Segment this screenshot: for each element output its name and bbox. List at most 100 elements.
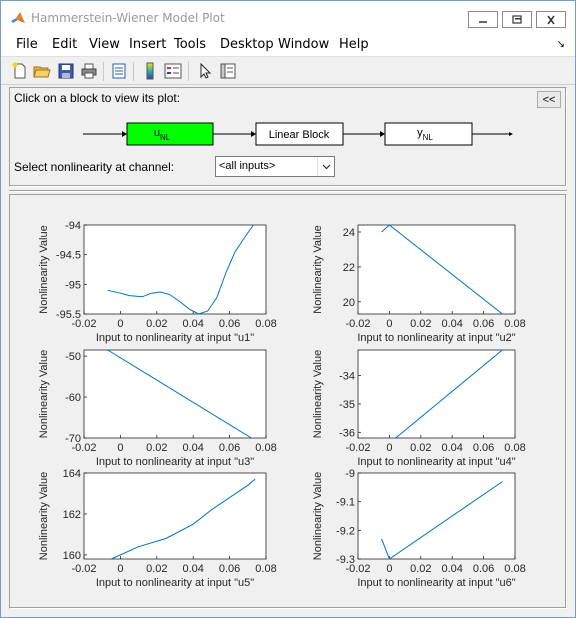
y-tick-label: -60: [65, 392, 81, 404]
x-tick-label: 0: [386, 318, 392, 330]
y-axis-label: Nonlinearity Value: [38, 472, 50, 560]
x-tick-label: 0.08: [255, 442, 276, 454]
save-icon[interactable]: [57, 62, 75, 80]
y-tick-label: -36: [339, 427, 355, 439]
y-axis-label: Nonlinearity Value: [312, 225, 324, 313]
x-tick-label: 0: [117, 563, 123, 575]
axes-box[interactable]: [357, 349, 516, 439]
x-tick-label: 0.06: [219, 318, 240, 330]
x-tick-label: 0.06: [219, 563, 240, 575]
toolbar: [1, 56, 575, 85]
menu-edit[interactable]: Edit: [52, 37, 77, 52]
colorbar-icon[interactable]: [141, 62, 159, 80]
title-bar: Hammerstein-Wiener Model Plot: [1, 1, 575, 33]
y-tick-label: -95: [65, 279, 81, 291]
x-axis-label: Input to nonlinearity at input "u2": [357, 332, 515, 344]
x-tick-label: 0.02: [146, 442, 167, 454]
x-tick-label: 0.06: [473, 442, 494, 454]
menu-tools[interactable]: Tools: [174, 37, 206, 52]
y-tick-label: -9.3: [336, 554, 355, 566]
minimize-button[interactable]: [468, 11, 498, 28]
axes-box[interactable]: [357, 224, 516, 315]
x-axis-label: Input to nonlinearity at input "u3": [96, 456, 254, 468]
menu-file[interactable]: File: [16, 37, 38, 52]
toolbar-separator: [103, 62, 104, 81]
plot-u4: -0.02 0 0.02 0.04 0.06 0.08 -34 -35 -36 Input to …: [312, 349, 526, 468]
collapse-button[interactable]: <<: [537, 91, 561, 108]
legend-icon[interactable]: [164, 62, 182, 80]
plot-u6: -0.02 0 0.02 0.04 0.06 0.08-9-9.1-9.2-9.3Inpu…: [312, 468, 526, 589]
x-tick-label: 0.04: [441, 563, 462, 575]
x-tick-label: 0: [386, 442, 392, 454]
chevron-down-icon[interactable]: [317, 157, 334, 176]
arrow-head-icon: [122, 131, 127, 137]
x-tick-label: 0.06: [473, 563, 494, 575]
nonlinearity-plots: -0.02 0 0.02 0.04 0.06 0.08 -94 -94.5 -95 -95.5 In…: [38, 220, 526, 589]
channel-select[interactable]: <all inputs>: [215, 156, 335, 177]
x-tick-label: 0: [117, 318, 123, 330]
print-icon[interactable]: [80, 62, 98, 80]
y-tick-label: 24: [343, 227, 355, 239]
window-title: Hammerstein-Wiener Model Plot: [31, 11, 225, 25]
menu-view[interactable]: View: [89, 37, 120, 52]
x-tick-label: 0.08: [504, 318, 525, 330]
y-tick-label: -9.2: [336, 525, 355, 537]
y-tick-label: -94: [65, 220, 81, 232]
pointer-icon[interactable]: [196, 62, 214, 80]
x-tick-label: -0.02: [71, 563, 96, 575]
y-tick-label: 22: [343, 262, 355, 274]
open-folder-icon[interactable]: [33, 62, 51, 80]
property-editor-icon[interactable]: [219, 62, 237, 80]
x-tick-label: 0.08: [255, 318, 276, 330]
x-tick-label: 0.08: [504, 442, 525, 454]
y-tick-label: -34: [339, 371, 355, 383]
x-tick-label: -0.02: [345, 442, 370, 454]
x-tick-label: 0.08: [255, 563, 276, 575]
dock-arrow-icon[interactable]: ↘: [557, 39, 565, 50]
x-tick-label: 0.04: [441, 318, 462, 330]
x-tick-label: 0.04: [182, 442, 203, 454]
x-tick-label: 0: [386, 563, 392, 575]
arrow-head-icon: [251, 131, 256, 137]
figure-window: Hammerstein-Wiener Model Plot File Edit …: [0, 0, 576, 618]
y-axis-label: Nonlinearity Value: [312, 350, 324, 438]
x-tick-label: 0.04: [182, 563, 203, 575]
linear-block-label[interactable]: Linear Block: [269, 129, 330, 141]
toolbar-separator: [188, 62, 189, 81]
close-button[interactable]: [536, 11, 566, 28]
new-file-icon[interactable]: [11, 62, 29, 80]
axes-box[interactable]: [83, 349, 267, 439]
y-tick-label: 164: [63, 468, 81, 480]
block-selection-panel: uNL Linear Block yNL Click on a block to…: [9, 87, 567, 187]
axes-box[interactable]: [83, 224, 267, 315]
channel-select-value: <all inputs>: [219, 160, 276, 172]
menu-insert[interactable]: Insert: [129, 37, 166, 52]
y-tick-label: -9: [345, 468, 355, 480]
x-tick-label: 0: [117, 442, 123, 454]
plot-u2: -0.02 0 0.02 0.04 0.06 0.08 24 22 20 Input to non…: [312, 224, 526, 344]
x-tick-label: 0.02: [146, 318, 167, 330]
axes-box[interactable]: [83, 472, 267, 560]
x-tick-label: 0.02: [146, 563, 167, 575]
toolbar-separator: [133, 62, 134, 81]
arrow-head-icon: [380, 131, 385, 137]
menu-help[interactable]: Help: [339, 37, 369, 52]
y-axis-label: Nonlinearity Value: [38, 350, 50, 438]
y-tick-label: 20: [343, 297, 355, 309]
y-tick-label: -95.5: [56, 309, 81, 321]
minimize-icon: [479, 20, 487, 23]
menu-bar: File Edit View Insert Tools Desktop Wind…: [1, 33, 575, 56]
panel-divider[interactable]: [9, 190, 567, 192]
menu-window[interactable]: Window: [278, 37, 329, 52]
x-tick-label: 0.06: [219, 442, 240, 454]
axes-box[interactable]: [357, 472, 516, 560]
y-axis-label: Nonlinearity Value: [38, 225, 50, 313]
x-tick-label: 0.02: [410, 442, 431, 454]
print-preview-icon[interactable]: [110, 62, 128, 80]
y-tick-label: -94.5: [56, 250, 81, 262]
menu-desktop[interactable]: Desktop: [220, 37, 274, 52]
x-tick-label: 0.06: [473, 318, 494, 330]
x-axis-label: Input to nonlinearity at input "u5": [96, 577, 254, 589]
arrow-head-icon: [509, 132, 513, 136]
maximize-button[interactable]: [502, 11, 532, 28]
